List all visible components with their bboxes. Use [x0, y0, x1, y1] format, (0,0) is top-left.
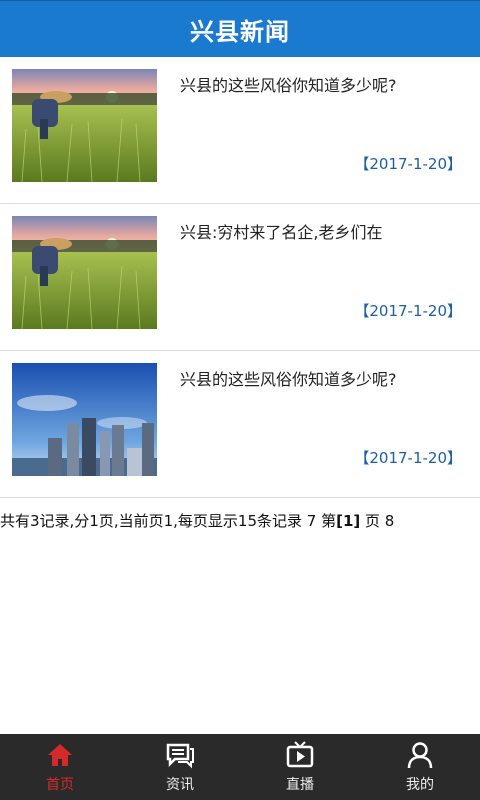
news-item[interactable]: 兴县:穷村来了名企,老乡们在 【2017-1-20】 — [0, 204, 480, 351]
chat-icon — [166, 743, 194, 769]
news-thumbnail-city[interactable] — [12, 363, 157, 476]
tab-live-label: 直播 — [286, 777, 314, 793]
news-date: 【2017-1-20】 — [354, 449, 462, 467]
pager-current-page[interactable]: [1] — [336, 512, 360, 530]
news-title[interactable]: 兴县的这些风俗你知道多少呢? — [180, 75, 470, 97]
news-title[interactable]: 兴县:穷村来了名企,老乡们在 — [180, 222, 470, 244]
news-list: 兴县的这些风俗你知道多少呢? 【2017-1-20】 兴县:穷村来了名企,老乡们… — [0, 57, 480, 498]
news-item[interactable]: 兴县的这些风俗你知道多少呢? 【2017-1-20】 — [0, 57, 480, 204]
tab-home[interactable]: 首页 — [0, 734, 120, 800]
news-thumbnail-farmer[interactable] — [12, 69, 157, 182]
pagination-info: 共有3记录,分1页,当前页1,每页显示15条记录 7 第[1] 页 8 — [0, 510, 480, 532]
tab-news-label: 资讯 — [166, 777, 194, 793]
news-date: 【2017-1-20】 — [354, 155, 462, 173]
farmer-field-image — [12, 216, 157, 329]
home-icon — [48, 744, 72, 766]
news-item[interactable]: 兴县的这些风俗你知道多少呢? 【2017-1-20】 — [0, 351, 480, 498]
app-header: 兴县新闻 — [0, 0, 480, 57]
user-icon — [407, 742, 433, 769]
tab-home-label: 首页 — [46, 777, 74, 793]
pager-text-before: 共有3记录,分1页,当前页1,每页显示15条记录 7 第 — [0, 512, 337, 530]
pager-text-after: 页 8 — [360, 512, 395, 530]
farmer-field-image — [12, 69, 157, 182]
bottom-tab-bar: 首页 资讯 直播 我的 — [0, 734, 480, 800]
tab-live[interactable]: 直播 — [240, 734, 360, 800]
tab-profile[interactable]: 我的 — [360, 734, 480, 800]
city-skyline-image — [12, 363, 157, 476]
news-title[interactable]: 兴县的这些风俗你知道多少呢? — [180, 369, 470, 391]
tv-icon — [286, 741, 314, 768]
news-thumbnail-farmer[interactable] — [12, 216, 157, 329]
tab-news[interactable]: 资讯 — [120, 734, 240, 800]
tab-profile-label: 我的 — [406, 777, 434, 793]
page-title: 兴县新闻 — [190, 17, 290, 46]
news-date: 【2017-1-20】 — [354, 302, 462, 320]
